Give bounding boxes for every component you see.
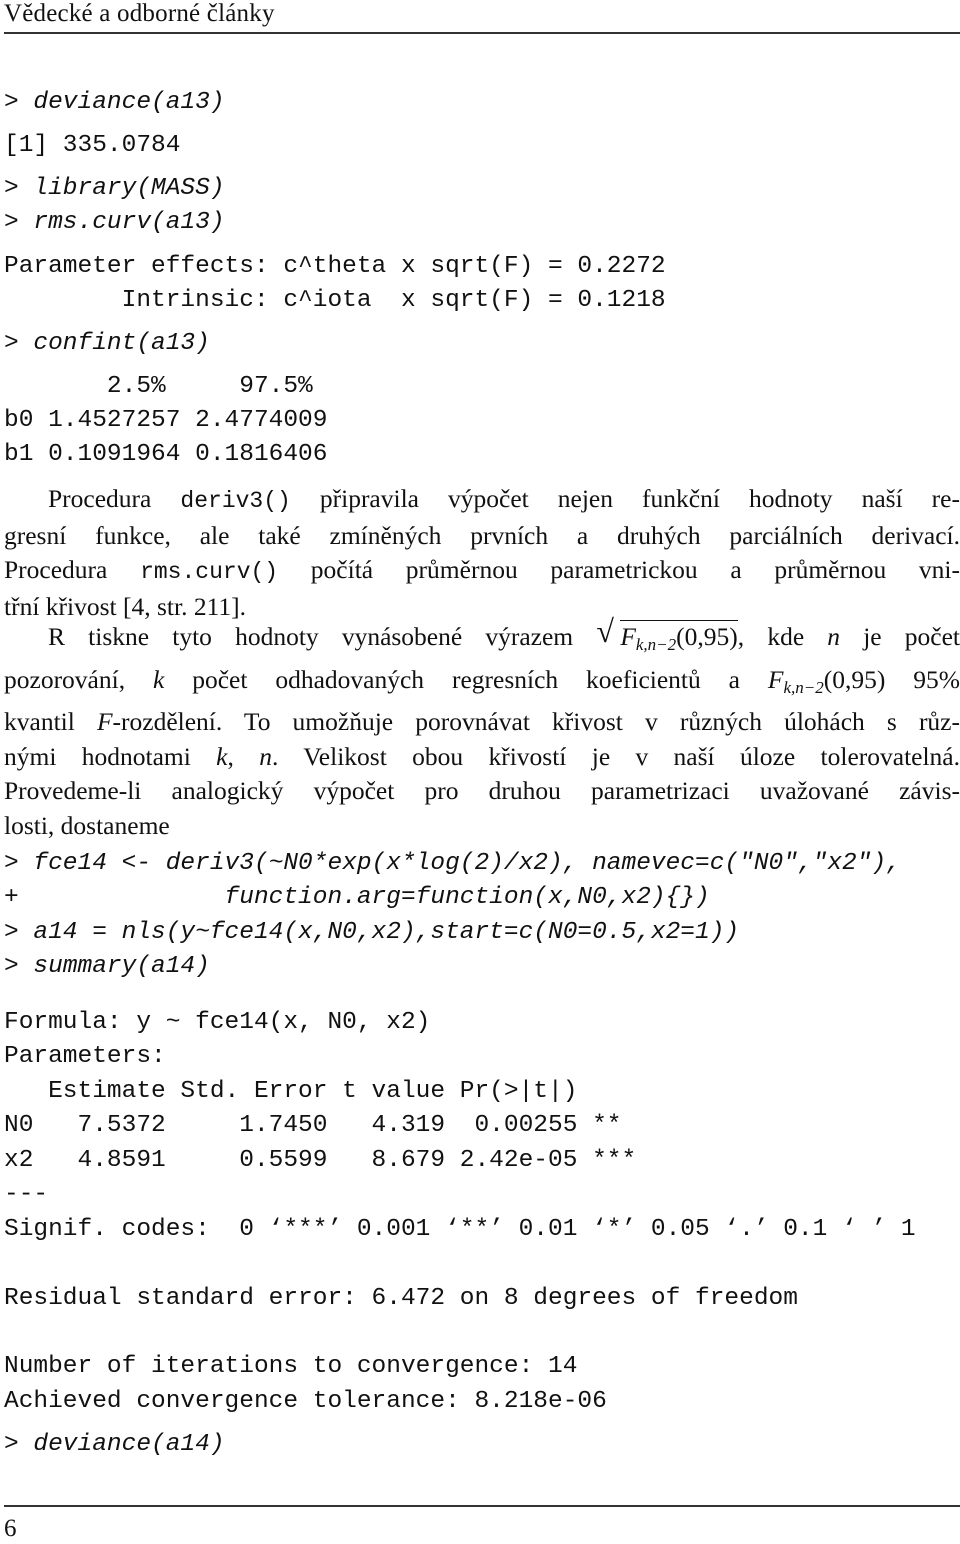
paragraph-line: gresní funkce, ale také zmíněných prvníc… bbox=[4, 520, 960, 550]
paragraph-line: Procedura rms.curv() počítá průměrnou pa… bbox=[4, 553, 960, 590]
footer-rule bbox=[4, 1505, 960, 1507]
sqrt-radicand: Fk,n−2(0,95) bbox=[620, 620, 738, 654]
paragraph-line: Provedeme-li analogický výpočet pro druh… bbox=[4, 776, 960, 805]
r-command-line: > a14 = nls(y~fce14(x,N0,x2),start=c(N0=… bbox=[4, 919, 740, 946]
r-output-line: [1] 335.0784 bbox=[4, 132, 181, 159]
r-continuation-line: + function.arg=function(x,N0,x2){}) bbox=[4, 884, 710, 911]
r-command-line: > deviance(a14) bbox=[4, 1431, 225, 1458]
paragraph-line: nými hodnotami k, n. Velikost obou křivo… bbox=[4, 740, 960, 775]
math-symbol: F bbox=[96, 707, 113, 736]
sqrt-radical-icon: √ bbox=[596, 613, 614, 649]
math-symbol: k bbox=[216, 741, 228, 771]
text-run: kvantil bbox=[4, 707, 97, 736]
text-run: počet odhadovaných regresních koeficient… bbox=[164, 664, 768, 694]
math-symbol: F bbox=[620, 622, 636, 651]
r-command-line: > confint(a13) bbox=[4, 330, 210, 357]
running-header-title: Vědecké a odborné články bbox=[4, 0, 275, 27]
r-output-line: Intrinsic: c^iota x sqrt(F) = 0.1218 bbox=[4, 287, 666, 314]
text-run: nými hodnotami bbox=[4, 741, 217, 771]
formula-line: Formula: y ~ fce14(x, N0, x2) bbox=[4, 1009, 431, 1036]
paragraph-line: třní křivost [4, str. 211]. bbox=[4, 591, 247, 621]
sqrt-expression: √ Fk,n−2(0,95) bbox=[596, 614, 738, 663]
paragraph-line: R tiskne tyto hodnoty vynásobené výrazem… bbox=[4, 614, 960, 663]
math-symbol: F bbox=[767, 664, 784, 694]
text-run: pozorování, bbox=[4, 664, 153, 694]
paragraph-line: losti, dostaneme bbox=[4, 810, 170, 840]
text-run: -rozdělení. To umožňuje porovnávat křivo… bbox=[112, 707, 960, 736]
confint-row-b0: b0 1.4527257 2.4774009 bbox=[4, 407, 328, 434]
math-symbol: k bbox=[153, 664, 165, 694]
paragraph-line: kvantil F-rozdělení. To umožňuje porovná… bbox=[4, 705, 960, 740]
inline-code: deriv3() bbox=[180, 488, 291, 514]
parameters-header-row: Estimate Std. Error t value Pr(>|t|) bbox=[4, 1078, 578, 1105]
math-subscript: k,n−2 bbox=[783, 677, 824, 697]
paragraph-line: pozorování, k počet odhadovaných regresn… bbox=[4, 663, 960, 706]
math-symbol: n bbox=[259, 741, 272, 771]
text-run: je počet bbox=[840, 622, 960, 651]
r-output-line: Parameter effects: c^theta x sqrt(F) = 0… bbox=[4, 253, 666, 280]
page-number: 6 bbox=[4, 1515, 17, 1542]
paragraph-curvature-explanation: R tiskne tyto hodnoty vynásobené výrazem… bbox=[4, 614, 960, 843]
r-command-line: > deviance(a13) bbox=[4, 89, 225, 116]
confint-header-row: 2.5% 97.5% bbox=[4, 373, 313, 400]
r-command-line: > fce14 <- deriv3(~N0*exp(x*log(2)/x2), … bbox=[4, 850, 901, 877]
parameters-row-x2: x2 4.8591 0.5599 8.679 2.42e-05 *** bbox=[4, 1147, 637, 1174]
confint-row-b1: b1 0.1091964 0.1816406 bbox=[4, 441, 328, 468]
r-command-line: > summary(a14) bbox=[4, 953, 210, 980]
text-run: (0,95) 95% bbox=[823, 664, 960, 694]
text-run: připravila výpočet nejen funkční hodnoty… bbox=[290, 484, 960, 513]
paragraph-procedures: Procedura deriv3() připravila výpočet ne… bbox=[4, 482, 960, 624]
r-command-line: > rms.curv(a13) bbox=[4, 209, 225, 236]
r-command-line: > library(MASS) bbox=[4, 175, 225, 202]
text-run: Procedura bbox=[4, 555, 141, 584]
math-symbol: n bbox=[827, 622, 841, 651]
text-run: R tiskne tyto hodnoty vynásobené výrazem bbox=[48, 622, 597, 651]
text-run: počítá průměrnou parametrickou a průměrn… bbox=[278, 555, 960, 584]
text-run: , kde bbox=[737, 622, 828, 651]
tolerance-line: Achieved convergence tolerance: 8.218e-0… bbox=[4, 1388, 607, 1415]
math-argument: (0,95) bbox=[676, 622, 738, 651]
separator-dashes: --- bbox=[4, 1181, 49, 1208]
math-subscript: k,n−2 bbox=[635, 635, 677, 654]
iterations-line: Number of iterations to convergence: 14 bbox=[4, 1353, 578, 1380]
paragraph-line: Procedura deriv3() připravila výpočet ne… bbox=[4, 482, 960, 519]
residual-std-error-line: Residual standard error: 6.472 on 8 degr… bbox=[4, 1285, 798, 1312]
text-run: , bbox=[227, 741, 260, 771]
signif-codes-line: Signif. codes: 0 ‘***’ 0.001 ‘**’ 0.01 ‘… bbox=[4, 1216, 916, 1243]
text-run: . Velikost obou křivostí je v naší úloze… bbox=[271, 741, 960, 771]
parameters-row-N0: N0 7.5372 1.7450 4.319 0.00255 ** bbox=[4, 1112, 622, 1139]
inline-code: rms.curv() bbox=[140, 559, 279, 585]
header-rule bbox=[4, 32, 960, 34]
text-run: Procedura bbox=[48, 484, 181, 513]
parameters-label: Parameters: bbox=[4, 1043, 166, 1070]
